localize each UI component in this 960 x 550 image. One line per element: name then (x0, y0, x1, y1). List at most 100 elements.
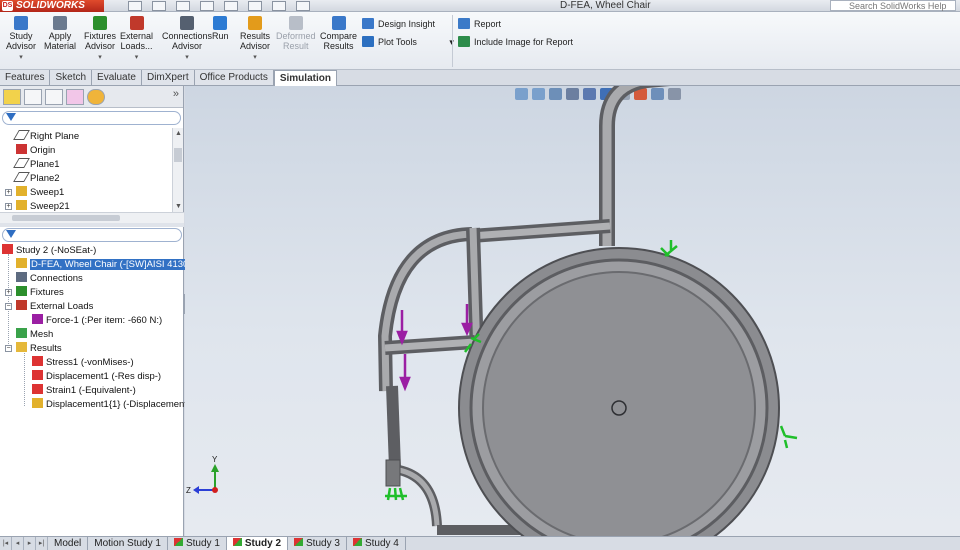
deformed-result-button[interactable]: Deformed Result (276, 16, 316, 51)
new-file-icon[interactable] (128, 1, 142, 11)
scroll-up-icon[interactable]: ▲ (175, 130, 182, 137)
study-tree-item[interactable]: Fixtures (16, 286, 64, 300)
bottom-tab-study-2[interactable]: Study 2 (226, 537, 289, 550)
feature-tree-item[interactable]: Sweep21 (16, 200, 70, 212)
undo-icon[interactable] (224, 1, 238, 11)
tab-features[interactable]: Features (0, 70, 51, 85)
study-tree-item[interactable]: D-FEA, Wheel Chair (-[SW]AISI 4130 (16, 258, 190, 272)
tab-dimxpert[interactable]: DimXpert (141, 70, 195, 85)
study-tree-label: Displacement1{1} (-Displacement (46, 399, 187, 410)
hscroll-thumb[interactable] (12, 215, 120, 221)
feature-tree-item[interactable]: Sweep1 (16, 186, 64, 200)
study-tree-item[interactable]: Strain1 (-Equivalent-) (32, 384, 136, 398)
feature-tree-item[interactable]: Plane1 (13, 158, 60, 172)
tab-nav-prev-icon[interactable]: ◂ (12, 537, 24, 550)
ribbon-button-label: Fixtures (84, 31, 117, 41)
study-filter (0, 227, 184, 243)
select-icon[interactable] (248, 1, 262, 11)
tab-simulation[interactable]: Simulation (273, 70, 337, 87)
expand-icon[interactable]: + (5, 203, 12, 210)
feature-tree-hscrollbar[interactable] (0, 212, 184, 223)
property-manager-tab-icon[interactable] (24, 89, 42, 105)
study-tree-item[interactable]: Study 2 (-NoSEat-) (2, 244, 96, 258)
dropdown-arrow-icon[interactable]: ▾ (162, 53, 212, 63)
tab-sketch[interactable]: Sketch (50, 70, 93, 85)
expand-icon[interactable]: + (5, 289, 12, 296)
dimxpert-tab-icon[interactable] (66, 89, 84, 105)
run-button[interactable]: Run (212, 16, 229, 41)
ribbon-row-label: Include Image for Report (474, 37, 574, 47)
study-tree-item[interactable]: Mesh (16, 328, 53, 342)
solidworks-logo[interactable]: DS SOLIDWORKS (0, 0, 104, 12)
study-tree-item[interactable]: Stress1 (-vonMises-) (32, 356, 134, 370)
expand-icon[interactable]: + (5, 189, 12, 196)
study-tree-item[interactable]: Force-1 (:Per item: -660 N:) (32, 314, 162, 328)
tab-office-products[interactable]: Office Products (194, 70, 274, 85)
chevron-right-icon[interactable]: » (173, 88, 179, 100)
report-button[interactable]: Report (458, 18, 501, 30)
rebuild-icon[interactable] (272, 1, 286, 11)
part-icon (16, 258, 27, 268)
feature-tree-item[interactable]: Plane2 (13, 172, 60, 186)
tab-nav-next-icon[interactable]: ▸ (24, 537, 36, 550)
study-tree-item[interactable]: Connections (16, 272, 83, 286)
results-advisor-button[interactable]: Results Advisor ▾ (240, 16, 270, 63)
bottom-tab-label: Study 1 (185, 538, 220, 549)
plot-tools-button[interactable]: Plot Tools ▾ (362, 36, 454, 48)
print-icon[interactable] (200, 1, 214, 11)
report-icon (458, 18, 470, 29)
study-tree-item[interactable]: Displacement1{1} (-Displacement (32, 398, 187, 412)
bottom-tab-study-1[interactable]: Study 1 (168, 537, 227, 550)
graphics-area[interactable]: Y Z (185, 86, 960, 536)
feature-tree-item[interactable]: Right Plane (13, 130, 80, 144)
configuration-manager-tab-icon[interactable] (45, 89, 63, 105)
study-advisor-button[interactable]: Study Advisor ▾ (6, 16, 36, 63)
display-manager-tab-icon[interactable] (87, 89, 105, 105)
strain-plot-icon (32, 384, 43, 394)
feature-tree-label: Plane1 (30, 159, 60, 170)
dropdown-arrow-icon[interactable]: ▾ (240, 53, 270, 63)
bottom-tab-study-3[interactable]: Study 3 (288, 537, 347, 550)
dropdown-arrow-icon[interactable]: ▾ (6, 53, 36, 63)
feature-manager-tab-icon[interactable] (3, 89, 21, 105)
apply-material-button[interactable]: Apply Material (44, 16, 76, 51)
external-loads-icon (16, 300, 27, 310)
study-tree-item[interactable]: Results (16, 342, 62, 356)
options-icon[interactable] (296, 1, 310, 11)
feature-tree-scrollbar[interactable]: ▲ ▼ (172, 128, 183, 212)
dropdown-arrow-icon[interactable]: ▾ (84, 53, 116, 63)
bottom-tab-model[interactable]: Model (48, 537, 89, 550)
tab-evaluate[interactable]: Evaluate (92, 70, 142, 85)
connections-button[interactable]: Connections Advisor ▾ (162, 16, 212, 63)
tree-filter-input[interactable] (2, 111, 181, 125)
help-search-input[interactable]: Search SolidWorks Help (830, 0, 956, 11)
scroll-down-icon[interactable]: ▼ (175, 203, 182, 210)
open-file-icon[interactable] (152, 1, 166, 11)
bottom-tab-study-4[interactable]: Study 4 (347, 537, 406, 550)
dropdown-arrow-icon[interactable]: ▾ (120, 53, 153, 63)
bottom-tab-motion-study-1[interactable]: Motion Study 1 (88, 537, 168, 550)
fixtures-button[interactable]: Fixtures Advisor ▾ (84, 16, 116, 63)
plane-icon (13, 130, 30, 140)
wheelchair-model: Y Z (186, 86, 798, 536)
study-filter-input[interactable] (2, 228, 182, 242)
feature-tree-item[interactable]: Origin (16, 144, 55, 158)
feature-tree-label: Right Plane (30, 131, 80, 142)
collapse-icon[interactable]: − (5, 345, 12, 352)
feature-manager-panel: » Right Plane Origin Plane1 Plane2 Sweep1 + Sw… (0, 86, 190, 536)
study-tree-item[interactable]: Displacement1 (-Res disp-) (32, 370, 161, 384)
collapse-icon[interactable]: − (5, 303, 12, 310)
bottom-study-tabs: |◂ ◂ ▸ ▸| Model Motion Study 1 Study 1 Study 2 S… (0, 536, 960, 550)
design-insight-button[interactable]: Design Insight (362, 18, 435, 30)
external-loads-button[interactable]: External Loads... ▾ (120, 16, 153, 63)
study-tree-label: Fixtures (30, 287, 64, 298)
compare-results-button[interactable]: Compare Results (320, 16, 357, 51)
feature-tree-label: Origin (30, 145, 56, 156)
tab-nav-first-icon[interactable]: |◂ (0, 537, 12, 550)
include-image-button[interactable]: Include Image for Report (458, 36, 573, 48)
tab-nav-last-icon[interactable]: ▸| (36, 537, 48, 550)
scroll-thumb[interactable] (174, 148, 182, 162)
study-tree-item[interactable]: External Loads (16, 300, 93, 314)
save-icon[interactable] (176, 1, 190, 11)
filter-icon (6, 230, 16, 240)
